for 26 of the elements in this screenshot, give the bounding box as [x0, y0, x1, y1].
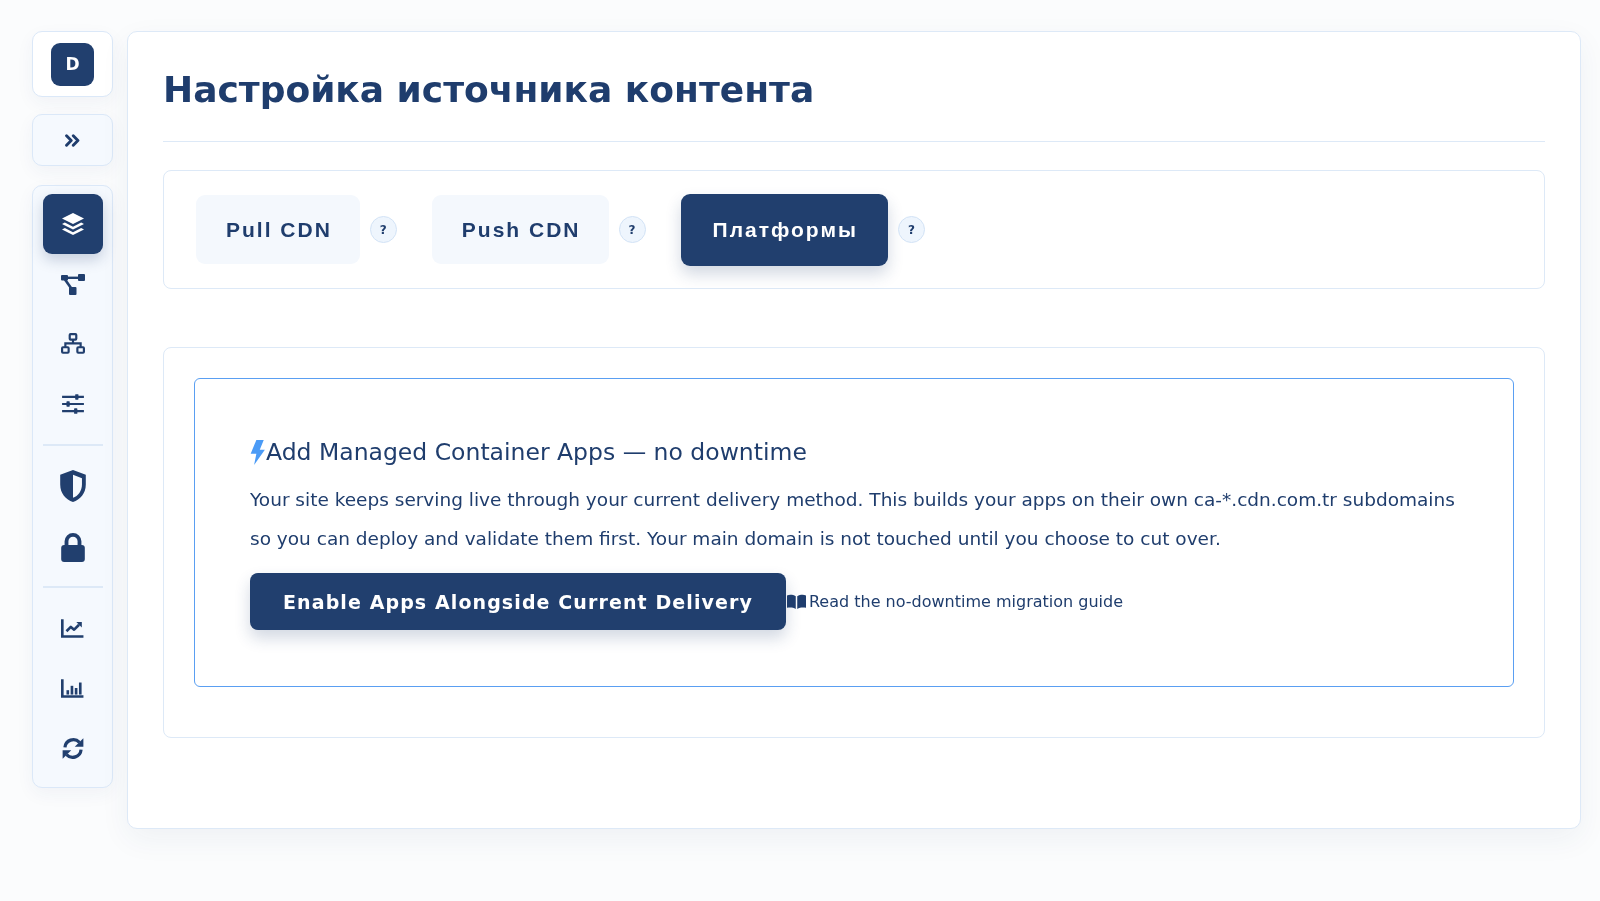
bar-chart-icon: [61, 678, 84, 698]
refresh-icon: [61, 736, 84, 760]
callout-text: Your site keeps serving live through your current delivery method. This builds your apps on their own ca-*.cdn.com.tr subdomains so you can deploy and validate them first. Your main domain is not touched until you choose to cut over.: [250, 488, 1456, 551]
page-title: Настройка источника контента: [163, 68, 816, 112]
help-button[interactable]: ?: [618, 216, 646, 243]
sliders-icon: [60, 393, 85, 415]
help-button[interactable]: ?: [897, 216, 925, 243]
help-button[interactable]: ?: [369, 216, 397, 243]
sitemap-icon: [60, 333, 85, 355]
layers-icon: [61, 213, 84, 235]
guide-link[interactable]: Read the no-downtime migration guide: [786, 592, 1123, 611]
tab[interactable]: Pull CDN: [196, 195, 360, 264]
line-chart-icon: [61, 618, 84, 638]
enable-apps-button[interactable]: Enable Apps Alongside Current Delivery: [250, 573, 786, 630]
expand-button[interactable]: [32, 114, 113, 166]
double-chevron-icon: [65, 133, 80, 147]
app-logo[interactable]: D: [51, 42, 94, 86]
lock-icon: [60, 530, 85, 562]
book-icon: [786, 594, 806, 609]
callout-title: Add Managed Container Apps — no downtime: [266, 437, 807, 467]
lightning-bolt-icon: [250, 439, 265, 465]
flowchart-icon: [60, 273, 85, 295]
tab[interactable]: Платформы: [680, 193, 888, 266]
shield-icon: [59, 470, 86, 502]
tab[interactable]: Push CDN: [431, 195, 609, 264]
sidebar-item[interactable]: [42, 194, 103, 254]
